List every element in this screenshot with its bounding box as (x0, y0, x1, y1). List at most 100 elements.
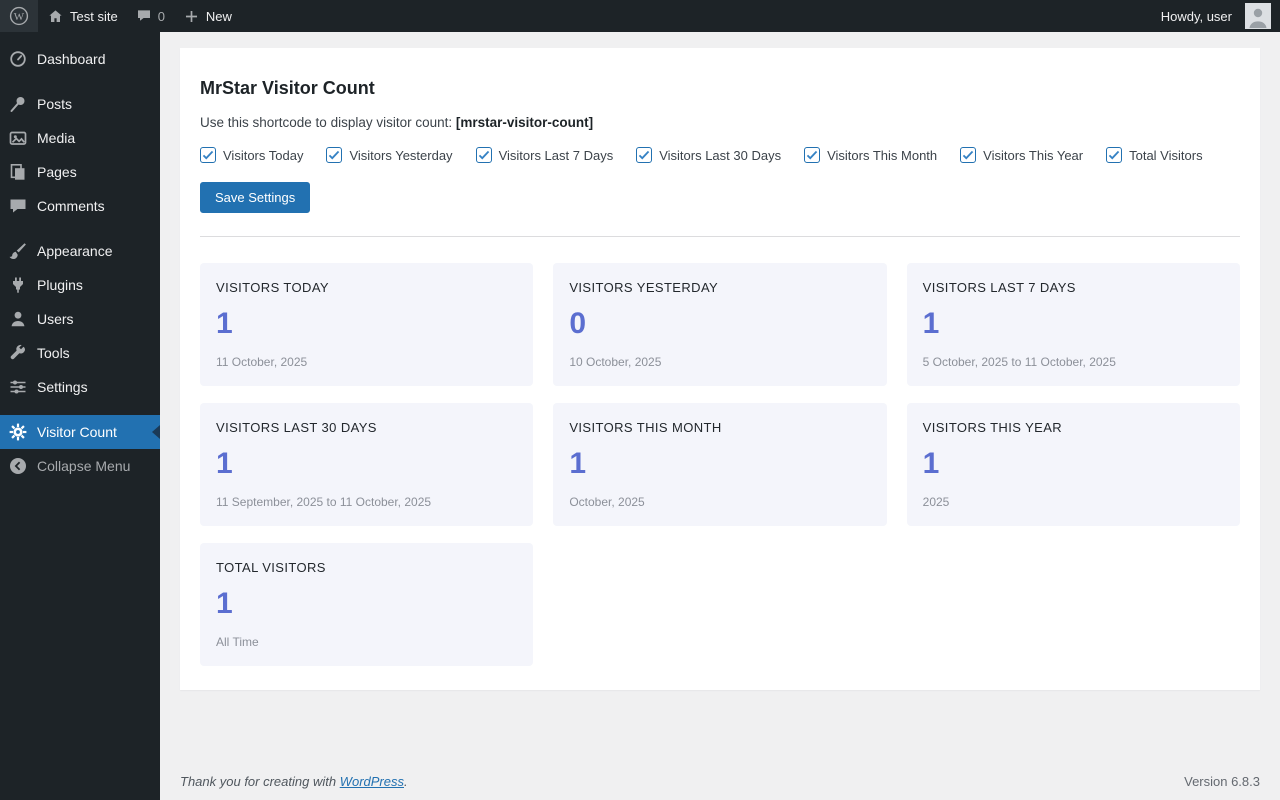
menu-separator (0, 76, 160, 87)
sidebar-item-settings[interactable]: Settings (0, 370, 160, 404)
checkbox-label: Visitors Last 7 Days (499, 148, 614, 163)
new-content-menu[interactable]: New (174, 0, 241, 32)
wordpress-logo-icon: W (9, 6, 29, 26)
plug-icon (8, 275, 28, 295)
menu-separator (0, 404, 160, 415)
stat-card-visitors-last-30-days: VISITORS LAST 30 DAYS 1 11 September, 20… (200, 403, 533, 526)
collapse-menu-label: Collapse Menu (37, 458, 130, 474)
media-icon (8, 128, 28, 148)
my-account-menu[interactable]: Howdy, user (1152, 0, 1280, 32)
stat-card-visitors-this-month: VISITORS THIS MONTH 1 October, 2025 (553, 403, 886, 526)
checkbox-visitors-last-30-days[interactable]: Visitors Last 30 Days (636, 147, 781, 163)
stat-label: TOTAL VISITORS (216, 560, 517, 575)
sidebar-item-label: Pages (37, 164, 77, 180)
stat-label: VISITORS THIS MONTH (569, 420, 870, 435)
checkbox-total-visitors[interactable]: Total Visitors (1106, 147, 1202, 163)
collapse-arrow-icon (8, 456, 28, 476)
checkbox-visitors-today[interactable]: Visitors Today (200, 147, 303, 163)
admin-footer: Thank you for creating with WordPress. V… (180, 774, 1260, 789)
user-icon (8, 309, 28, 329)
stat-card-visitors-last-7-days: VISITORS LAST 7 DAYS 1 5 October, 2025 t… (907, 263, 1240, 386)
stat-value: 1 (216, 587, 517, 620)
visitor-count-panel: MrStar Visitor Count Use this shortcode … (180, 48, 1260, 690)
stat-card-visitors-today: VISITORS TODAY 1 11 October, 2025 (200, 263, 533, 386)
comments-icon (8, 196, 28, 216)
checkbox-label: Total Visitors (1129, 148, 1202, 163)
comments-menu[interactable]: 0 (127, 0, 174, 32)
collapse-menu-button[interactable]: Collapse Menu (0, 449, 160, 483)
sidebar-item-tools[interactable]: Tools (0, 336, 160, 370)
checkbox-visitors-last-7-days[interactable]: Visitors Last 7 Days (476, 147, 614, 163)
footer-thanks-suffix: . (404, 774, 408, 789)
pin-icon (8, 94, 28, 114)
site-name-menu[interactable]: Test site (38, 0, 127, 32)
stat-value: 1 (216, 447, 517, 480)
stat-label: VISITORS LAST 30 DAYS (216, 420, 517, 435)
sliders-icon (8, 377, 28, 397)
stat-period: 11 October, 2025 (216, 355, 517, 369)
sidebar-item-label: Visitor Count (37, 424, 117, 440)
checkbox-row: Visitors Today Visitors Yesterday Visito… (200, 147, 1240, 163)
footer-thanks-prefix: Thank you for creating with (180, 774, 336, 789)
wordpress-link[interactable]: WordPress (340, 774, 404, 789)
sidebar-item-appearance[interactable]: Appearance (0, 234, 160, 268)
new-label: New (206, 9, 232, 24)
site-name: Test site (70, 9, 118, 24)
stat-label: VISITORS THIS YEAR (923, 420, 1224, 435)
save-settings-button[interactable]: Save Settings (200, 182, 310, 213)
stat-card-total-visitors: TOTAL VISITORS 1 All Time (200, 543, 533, 666)
svg-text:W: W (14, 11, 25, 23)
checkbox-checked-icon (326, 147, 342, 163)
comment-count: 0 (158, 9, 165, 24)
checkbox-visitors-this-month[interactable]: Visitors This Month (804, 147, 937, 163)
comment-bubble-icon (136, 8, 152, 24)
content-area: MrStar Visitor Count Use this shortcode … (160, 32, 1280, 800)
stat-label: VISITORS TODAY (216, 280, 517, 295)
sidebar-item-users[interactable]: Users (0, 302, 160, 336)
shortcode-code: [mrstar-visitor-count] (456, 115, 593, 130)
admin-sidebar: Dashboard Posts Media Pages Comments (0, 32, 160, 800)
stats-grid: VISITORS TODAY 1 11 October, 2025 VISITO… (200, 263, 1240, 666)
divider (200, 236, 1240, 237)
sidebar-item-label: Media (37, 130, 75, 146)
sidebar-item-visitor-count[interactable]: Visitor Count (0, 415, 160, 449)
checkbox-checked-icon (636, 147, 652, 163)
checkbox-checked-icon (476, 147, 492, 163)
sidebar-item-label: Plugins (37, 277, 83, 293)
stat-card-visitors-this-year: VISITORS THIS YEAR 1 2025 (907, 403, 1240, 526)
sidebar-item-label: Posts (37, 96, 72, 112)
stat-label: VISITORS LAST 7 DAYS (923, 280, 1224, 295)
paintbrush-icon (8, 241, 28, 261)
checkbox-visitors-this-year[interactable]: Visitors This Year (960, 147, 1083, 163)
menu-separator (0, 223, 160, 234)
page-title: MrStar Visitor Count (200, 78, 1240, 99)
user-avatar (1245, 3, 1271, 29)
howdy-text: Howdy, user (1161, 9, 1232, 24)
checkbox-label: Visitors This Year (983, 148, 1083, 163)
checkbox-label: Visitors This Month (827, 148, 937, 163)
sidebar-item-label: Dashboard (37, 51, 106, 67)
stat-value: 0 (569, 307, 870, 340)
admin-menu: Dashboard Posts Media Pages Comments (0, 32, 160, 483)
footer-thanks: Thank you for creating with WordPress. (180, 774, 408, 789)
stat-period: All Time (216, 635, 517, 649)
sidebar-item-pages[interactable]: Pages (0, 155, 160, 189)
gear-icon (8, 422, 28, 442)
home-icon (47, 8, 64, 25)
stat-value: 1 (923, 307, 1224, 340)
checkbox-checked-icon (1106, 147, 1122, 163)
shortcode-hint: Use this shortcode to display visitor co… (200, 115, 1240, 130)
wordpress-logo-menu[interactable]: W (0, 0, 38, 32)
sidebar-item-plugins[interactable]: Plugins (0, 268, 160, 302)
sidebar-item-comments[interactable]: Comments (0, 189, 160, 223)
sidebar-item-dashboard[interactable]: Dashboard (0, 42, 160, 76)
checkbox-label: Visitors Yesterday (349, 148, 452, 163)
dashboard-icon (8, 49, 28, 69)
checkbox-visitors-yesterday[interactable]: Visitors Yesterday (326, 147, 452, 163)
sidebar-item-posts[interactable]: Posts (0, 87, 160, 121)
sidebar-item-media[interactable]: Media (0, 121, 160, 155)
stat-period: 2025 (923, 495, 1224, 509)
checkbox-label: Visitors Today (223, 148, 303, 163)
stat-period: 11 September, 2025 to 11 October, 2025 (216, 495, 517, 509)
pages-icon (8, 162, 28, 182)
